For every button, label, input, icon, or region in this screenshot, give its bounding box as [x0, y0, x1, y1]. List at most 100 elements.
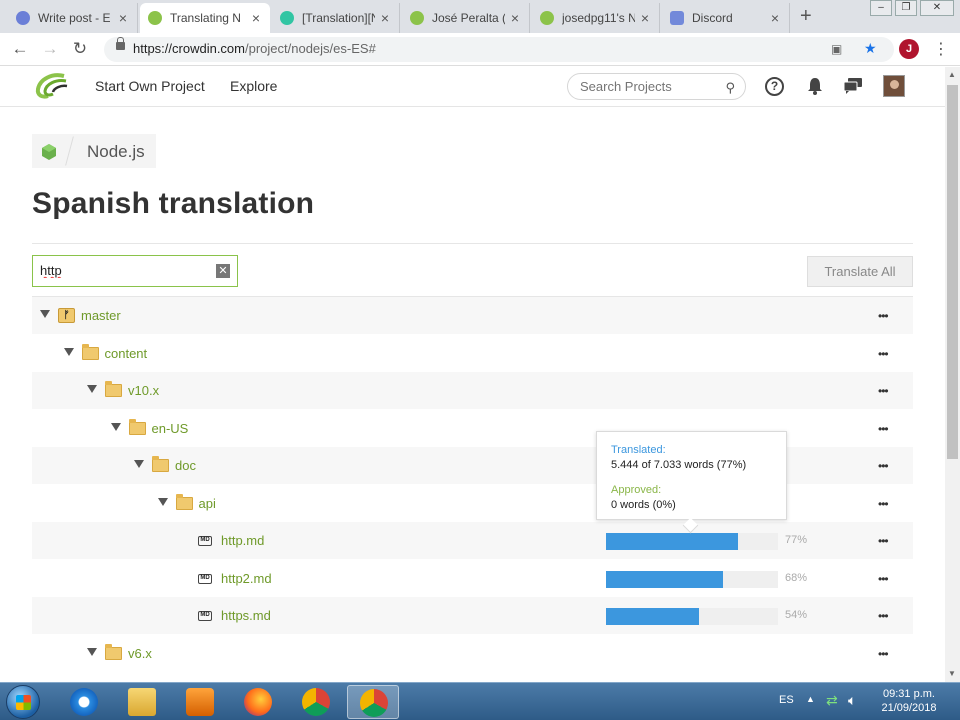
reload-icon[interactable]: ↻ [69, 39, 91, 59]
folder-icon [152, 456, 169, 472]
taskbar-internet-explorer[interactable] [58, 685, 110, 719]
show-hidden-icons-icon[interactable]: ▲ [806, 694, 815, 704]
page-scrollbar[interactable]: ▲ ▼ [945, 67, 960, 682]
taskbar-file-explorer[interactable] [116, 685, 168, 719]
more-options-icon[interactable]: ••• [878, 609, 889, 623]
folder-name-link[interactable]: content [105, 346, 148, 361]
divider [32, 243, 913, 244]
back-arrow-icon[interactable]: ← [9, 39, 31, 59]
network-icon[interactable]: ⇄ [826, 692, 838, 709]
browser-tab[interactable]: Discord × [662, 3, 790, 33]
close-tab-icon[interactable]: × [117, 10, 129, 26]
folder-name-link[interactable]: doc [175, 458, 196, 473]
tree-row[interactable]: ᚠ master ••• [32, 297, 913, 334]
file-name-link[interactable]: http.md [221, 533, 264, 548]
tab-title: José Peralta ( [432, 11, 505, 25]
folder-name-link[interactable]: en-US [152, 421, 189, 436]
more-options-icon[interactable]: ••• [878, 572, 889, 586]
search-icon[interactable]: ⚲ [725, 80, 735, 96]
tree-row[interactable]: v10.x ••• [32, 372, 913, 409]
translation-progress-bar[interactable] [606, 533, 778, 550]
language-indicator[interactable]: ES [779, 694, 794, 706]
close-tab-icon[interactable]: × [769, 10, 781, 26]
user-avatar[interactable] [883, 75, 905, 97]
breadcrumb-separator [65, 136, 74, 166]
file-name-link[interactable]: http2.md [221, 571, 272, 586]
scroll-up-icon[interactable]: ▲ [948, 70, 956, 79]
expand-caret-icon[interactable] [134, 460, 144, 468]
more-options-icon[interactable]: ••• [878, 384, 889, 398]
more-options-icon[interactable]: ••• [878, 647, 889, 661]
restore-icon[interactable]: ❐ [895, 0, 917, 16]
file-name-link[interactable]: https.md [221, 608, 271, 623]
folder-name-link[interactable]: master [81, 308, 121, 323]
site-header: Start Own Project Explore ⚲ ? [0, 67, 945, 107]
minimize-icon[interactable]: ‒ [870, 0, 892, 16]
close-tab-icon[interactable]: × [250, 10, 262, 26]
search-projects-input[interactable] [580, 79, 720, 94]
messages-icon[interactable] [843, 77, 863, 97]
forward-arrow-icon[interactable]: → [39, 39, 61, 59]
taskbar-firefox[interactable] [232, 685, 284, 719]
crowdin-logo-icon[interactable] [34, 71, 70, 101]
more-options-icon[interactable]: ••• [878, 534, 889, 548]
close-tab-icon[interactable]: × [639, 10, 651, 26]
browser-tab[interactable]: Write post - E × [8, 3, 138, 33]
address-bar[interactable]: https://crowdin.com/project/nodejs/es-ES… [104, 37, 894, 62]
breadcrumb-project-link[interactable]: Node.js [87, 142, 145, 162]
browser-tab-active[interactable]: Translating N × [140, 3, 270, 33]
progress-fill [606, 533, 739, 550]
tree-row[interactable]: MD http.md 77% ••• [32, 522, 913, 559]
folder-name-link[interactable]: api [199, 496, 216, 511]
scrollbar-thumb[interactable] [947, 85, 958, 459]
notifications-bell-icon[interactable] [805, 77, 825, 97]
taskbar-media-player[interactable] [174, 685, 226, 719]
expand-caret-icon[interactable] [87, 647, 97, 656]
expand-caret-icon[interactable] [40, 310, 50, 318]
more-options-icon[interactable]: ••• [878, 347, 889, 361]
clear-filter-icon[interactable]: ✕ [216, 264, 230, 278]
new-tab-plus-icon[interactable]: + [800, 5, 812, 28]
tree-row[interactable]: v6.x ••• [32, 635, 913, 672]
expand-caret-icon[interactable] [87, 385, 97, 393]
close-window-icon[interactable]: ✕ [920, 0, 954, 16]
translated-value: 5.444 of 7.033 words (77%) [611, 459, 747, 471]
translation-progress-bar[interactable] [606, 570, 778, 588]
close-tab-icon[interactable]: × [509, 10, 521, 26]
translate-page-icon[interactable]: ▣ [831, 42, 842, 56]
taskbar-chrome-active[interactable] [347, 685, 399, 719]
translate-all-button[interactable]: Translate All [807, 256, 913, 287]
scroll-down-icon[interactable]: ▼ [948, 669, 956, 678]
expand-caret-icon[interactable] [63, 347, 74, 356]
more-options-icon[interactable]: ••• [878, 422, 889, 436]
tab-title: josedpg11's N [562, 11, 635, 25]
browser-menu-icon[interactable]: ⋮ [933, 39, 949, 59]
folder-name-link[interactable]: v6.x [128, 646, 152, 661]
volume-icon[interactable]: 🔈︎ [848, 692, 856, 709]
more-options-icon[interactable]: ••• [878, 309, 889, 323]
translation-progress-bar[interactable] [606, 608, 778, 625]
bookmark-star-icon[interactable]: ★ [864, 40, 877, 57]
close-tab-icon[interactable]: × [379, 10, 391, 26]
help-icon[interactable]: ? [765, 77, 784, 96]
browser-tab[interactable]: josedpg11's N × [532, 3, 660, 33]
expand-caret-icon[interactable] [157, 497, 168, 506]
system-clock[interactable]: 09:31 p.m. 21/09/2018 [874, 687, 944, 715]
folder-name-link[interactable]: v10.x [128, 383, 159, 398]
taskbar-chrome[interactable] [290, 685, 342, 719]
tab-favicon-icon [280, 11, 294, 25]
expand-caret-icon[interactable] [110, 422, 121, 431]
tree-row[interactable]: MD https.md 54% ••• [32, 597, 913, 634]
explore-link[interactable]: Explore [230, 78, 277, 94]
profile-avatar-icon[interactable]: J [899, 39, 919, 59]
tree-row[interactable]: content ••• [32, 335, 913, 372]
start-button[interactable] [6, 685, 40, 719]
more-options-icon[interactable]: ••• [878, 497, 889, 511]
start-own-project-link[interactable]: Start Own Project [95, 78, 205, 94]
more-options-icon[interactable]: ••• [878, 459, 889, 473]
browser-tab[interactable]: [Translation][N × [272, 3, 400, 33]
progress-tooltip: Translated: 5.444 of 7.033 words (77%) A… [596, 431, 787, 520]
file-filter-input[interactable] [40, 263, 205, 278]
tree-row[interactable]: MD http2.md 68% ••• [32, 560, 913, 597]
browser-tab[interactable]: José Peralta ( × [402, 3, 530, 33]
